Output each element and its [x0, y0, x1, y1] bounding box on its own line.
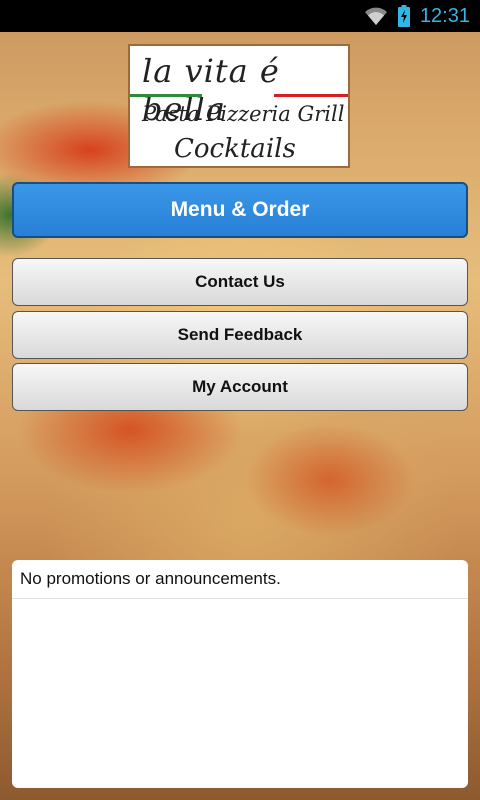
- wifi-icon: [364, 7, 387, 25]
- battery-charging-icon: [397, 5, 410, 27]
- promotions-message: No promotions or announcements.: [12, 560, 468, 599]
- status-bar: 12:31: [0, 0, 480, 32]
- clock: 12:31: [419, 4, 470, 27]
- logo-tagline: Cocktails: [174, 134, 296, 164]
- promotions-panel[interactable]: No promotions or announcements.: [12, 560, 468, 788]
- menu-order-button[interactable]: Menu & Order: [12, 182, 468, 238]
- my-account-button[interactable]: My Account: [12, 363, 468, 411]
- italian-flag-stripe: [130, 94, 348, 97]
- send-feedback-button[interactable]: Send Feedback: [12, 311, 468, 359]
- logo-subtitle: Pasta Pizzeria Grill: [142, 102, 345, 126]
- restaurant-logo: la vita é bella Pasta Pizzeria Grill Coc…: [128, 44, 350, 168]
- contact-us-button[interactable]: Contact Us: [12, 258, 468, 306]
